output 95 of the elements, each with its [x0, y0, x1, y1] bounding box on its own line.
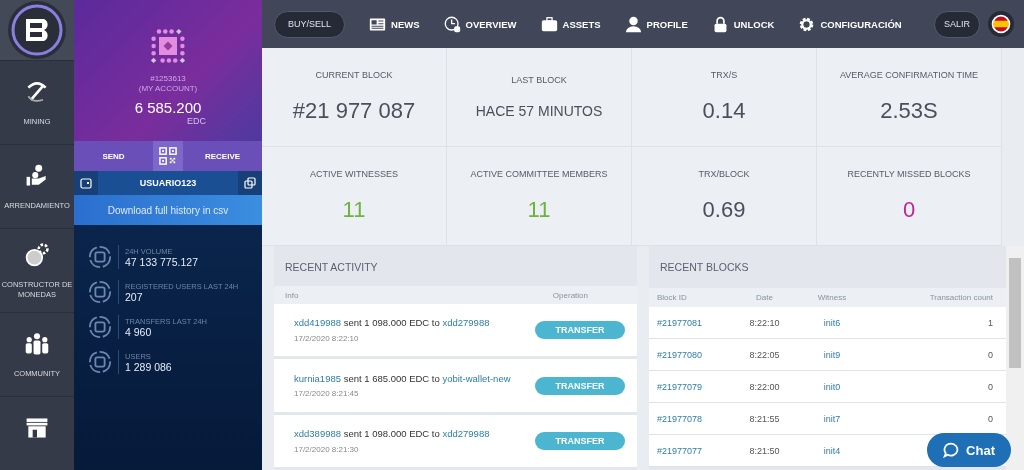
clock-coins-icon [443, 15, 461, 33]
stat-label: TRX/BLOCK [698, 169, 750, 179]
stat-value: 1 289 086 [125, 360, 172, 373]
table-link[interactable]: #21977080 [657, 349, 732, 360]
table-link[interactable]: #21977081 [657, 317, 732, 328]
logout-button[interactable]: SALIR [934, 10, 980, 38]
coin-gear-icon[interactable] [24, 241, 50, 268]
stat-value: 0.69 [702, 197, 746, 223]
stat-label: CURRENT BLOCK [315, 70, 393, 80]
stat-icon [88, 315, 119, 339]
stat-value: 207 [125, 290, 144, 303]
currency: EDC [187, 115, 206, 126]
stat-value: 2.53S [880, 98, 938, 124]
send-button[interactable]: SEND [74, 141, 153, 171]
user-icon [624, 15, 642, 33]
people-icon[interactable] [24, 330, 50, 357]
speech-bubble-icon [943, 442, 960, 458]
table-cell-text: 1 [987, 317, 994, 328]
column-header: Block ID [657, 293, 688, 302]
table-cell-text: 8:22:00 [748, 381, 781, 392]
briefcase-icon [540, 15, 558, 33]
activity-text: xdd389988 sent 1 098.000 EDC to xdd279988 [294, 427, 491, 441]
activity-text: xdd419988 sent 1 098.000 EDC to xdd279988 [294, 317, 491, 331]
activity-date: 17/2/2020 8:22:10 [294, 334, 360, 344]
storefront-icon[interactable] [24, 415, 50, 441]
settings-icon [798, 15, 816, 33]
stat-value: 11 [342, 197, 366, 223]
logo-icon[interactable] [7, 0, 67, 60]
qr-code-icon[interactable] [153, 141, 183, 171]
column-header: Transaction count [928, 293, 994, 302]
account-id: #1253613 [150, 74, 186, 85]
table-cell-text: 0 [987, 349, 994, 360]
stat-label: RECENTLY MISSED BLOCKS [847, 169, 971, 179]
stat-label: LAST BLOCK [511, 75, 567, 85]
download-button[interactable]: Download full history in csv [74, 195, 262, 225]
table-cell-text: 8:21:55 [748, 413, 781, 424]
table-cell-text: 8:22:10 [748, 317, 781, 328]
stat-value: #21 977 087 [292, 98, 416, 124]
stat-value: 4 960 [125, 325, 153, 338]
stat-value: 0.14 [702, 98, 746, 124]
stat-label: ACTIVE WITNESSES [310, 169, 398, 179]
stat-value: 11 [527, 197, 551, 223]
table-link[interactable]: #21977077 [657, 445, 732, 456]
stat-label: ACTIVE COMMITTEE MEMBERS [470, 169, 608, 179]
table-link[interactable]: init4 [797, 445, 867, 456]
chat-button[interactable]: Chat [927, 433, 1011, 467]
stat-label: TRX/S [710, 70, 738, 80]
flag-icon[interactable] [988, 11, 1014, 37]
stat-value: HACE 57 MINUTOS [475, 103, 603, 119]
table-link[interactable]: #21977078 [657, 413, 732, 424]
identicon [150, 28, 186, 64]
nav-link[interactable]: UNLOCK [711, 15, 775, 33]
nav-link[interactable]: CONFIGURACIÓN [798, 15, 902, 33]
table-link[interactable]: #21977079 [657, 381, 732, 392]
account-link[interactable]: xdd279988 [442, 317, 490, 329]
stat-value: 0 [902, 197, 916, 223]
table-cell-text: 8:21:50 [748, 445, 781, 456]
column-header: Witness [816, 293, 848, 302]
table-link[interactable]: init6 [797, 317, 867, 328]
column-header: Date [755, 293, 774, 302]
balance: 6 585.200 [134, 98, 202, 116]
table-cell-text: 0 [987, 413, 994, 424]
table-link[interactable]: init7 [797, 413, 867, 424]
account-link[interactable]: xdd389988 [294, 427, 342, 439]
table-link[interactable]: init9 [797, 349, 867, 360]
nav-link[interactable]: NEWS [369, 15, 420, 33]
stat-icon [88, 280, 119, 304]
buy-sell-button[interactable]: BUY/SELL [274, 10, 346, 38]
account-caption: (MY ACCOUNT) [138, 84, 198, 95]
table-cell-text: 8:22:05 [748, 349, 781, 360]
copy-icon[interactable] [238, 171, 262, 195]
account-link[interactable]: kurnia1985 [294, 372, 341, 384]
stat-label: AVERAGE CONFIRMATION TIME [840, 70, 978, 80]
account-link[interactable]: xdd419988 [294, 317, 342, 329]
table-cell-text: 0 [987, 381, 994, 392]
column-header: Info [285, 290, 299, 300]
receive-button[interactable]: RECEIVE [183, 141, 262, 171]
username: USUARIO123 [138, 178, 198, 188]
panel-title: RECENT ACTIVITY [284, 260, 379, 275]
activity-date: 17/2/2020 8:21:45 [294, 389, 360, 399]
stat-icon [88, 350, 119, 374]
nav-link[interactable]: ASSETS [540, 15, 601, 33]
stat-value: 47 133 775.127 [125, 255, 198, 268]
column-header: Operation [552, 290, 588, 300]
activity-date: 17/2/2020 8:21:30 [294, 444, 360, 454]
stat-icon [88, 245, 119, 269]
account-link[interactable]: yobit-wallet-new [442, 372, 511, 384]
wallet-icon[interactable] [74, 171, 98, 195]
nav-link[interactable]: PROFILE [624, 15, 688, 33]
account-link[interactable]: xdd279988 [442, 427, 490, 439]
scrollbar[interactable] [1006, 246, 1024, 470]
table-link[interactable]: init0 [797, 381, 867, 392]
activity-text: kurnia1985 sent 1 685.000 EDC to yobit-wallet-new [294, 372, 512, 386]
nav-link[interactable]: OVERVIEW [443, 15, 517, 33]
panel-title: RECENT BLOCKS [659, 260, 750, 275]
